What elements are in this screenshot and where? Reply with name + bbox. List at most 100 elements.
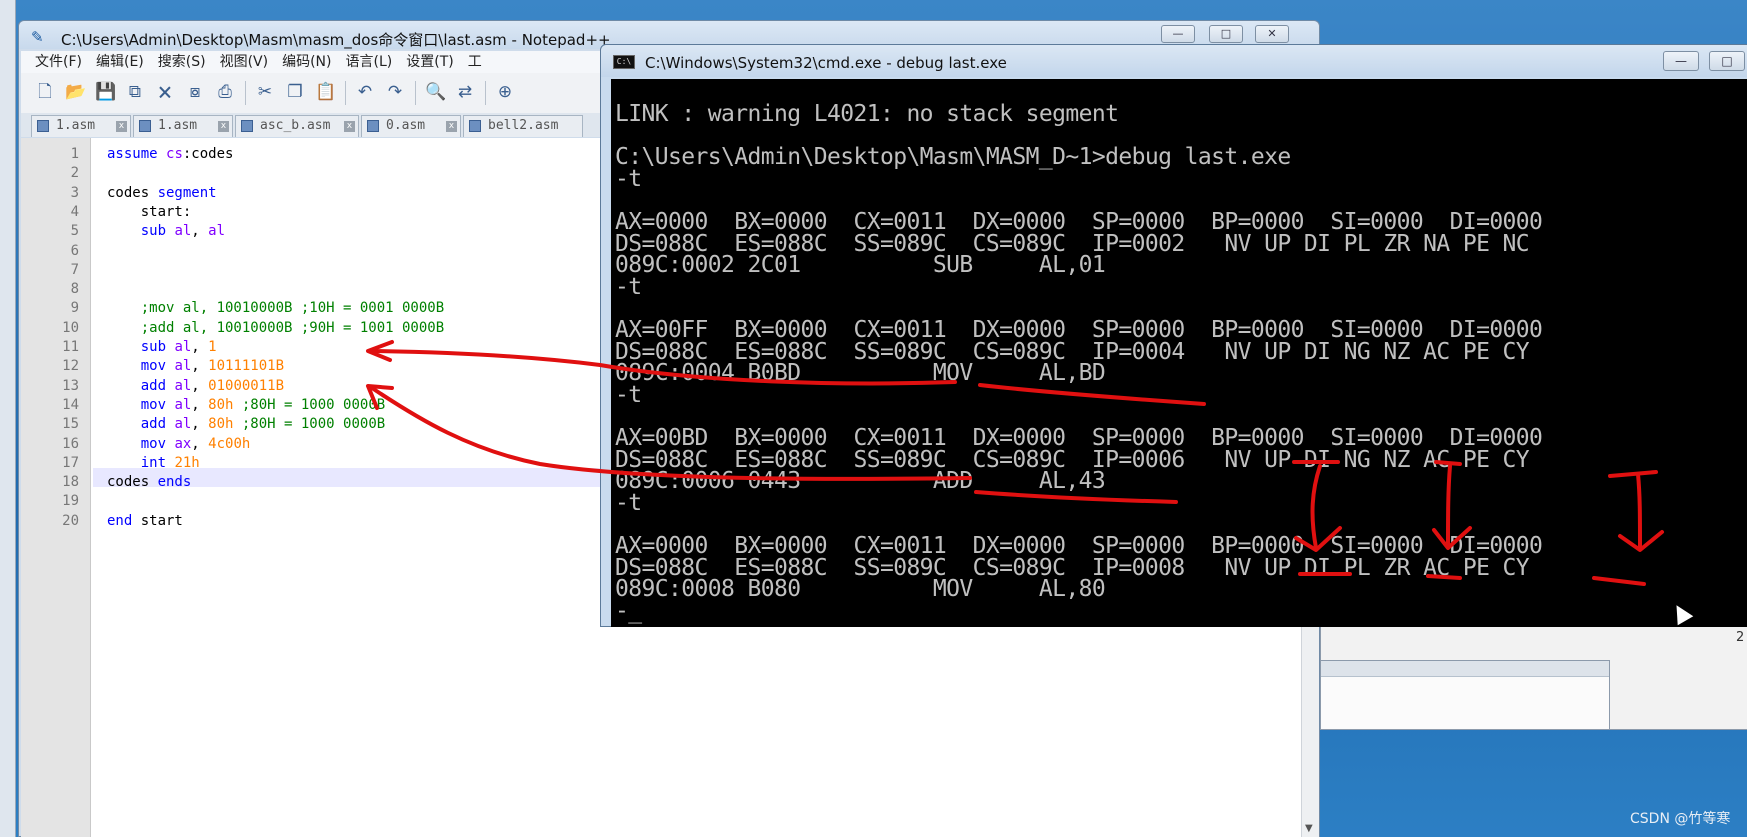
undo-icon[interactable]: ↶ xyxy=(355,82,375,102)
code-token: :codes xyxy=(182,146,234,162)
code-token: start xyxy=(140,512,183,529)
code-token: al xyxy=(174,396,192,413)
line-number: 12 xyxy=(62,358,79,375)
code-token: mov xyxy=(107,396,175,413)
code-line[interactable]: add al, 80h ;80H = 1000 0000B xyxy=(107,416,385,432)
code-line[interactable]: ;mov al, 10010000B ;10H = 0001 0000B xyxy=(107,300,444,316)
tab-1-asm-2[interactable]: 1.asm x xyxy=(133,115,233,137)
code-token: 01000011B xyxy=(208,377,285,394)
code-line[interactable]: mov ax, 4c00h xyxy=(107,435,251,452)
line-number: 5 xyxy=(70,223,79,240)
tab-close-icon[interactable]: x xyxy=(218,121,229,132)
code-token: ;80H = 1000 0000B xyxy=(233,396,386,413)
copy-icon[interactable]: ❐ xyxy=(285,82,305,102)
code-token: mov xyxy=(107,435,175,452)
cut-icon[interactable]: ✂ xyxy=(255,82,275,102)
maximize-button[interactable]: □ xyxy=(1209,25,1243,43)
code-token: 21h xyxy=(174,454,200,471)
background-window-panel xyxy=(1320,660,1610,730)
background-window-edge xyxy=(0,0,16,837)
code-token: 10111101B xyxy=(208,358,285,375)
console-line: 089C:0004 B0BD MOV AL,BD xyxy=(615,360,1106,387)
close-file-icon[interactable]: 🗙 xyxy=(155,82,175,102)
code-token: al xyxy=(208,223,226,240)
code-token: , xyxy=(191,339,209,355)
line-number: 20 xyxy=(62,512,79,529)
notepad-app-icon: ✎ xyxy=(31,28,44,46)
tab-bell2-asm[interactable]: bell2.asm xyxy=(463,115,583,137)
console-output[interactable]: LINK : warning L4021: no stack segment C:… xyxy=(611,79,1747,627)
cmd-minimize-button[interactable]: — xyxy=(1663,51,1699,71)
code-line[interactable]: end start xyxy=(107,513,183,529)
code-line[interactable]: add al, 01000011B xyxy=(107,378,284,394)
menu-item[interactable]: 视图(V) xyxy=(220,51,269,73)
code-line[interactable]: mov al, 80h ;80H = 1000 0000B xyxy=(107,397,385,413)
line-number: 17 xyxy=(62,454,79,471)
tab-close-icon[interactable]: x xyxy=(116,121,127,132)
line-number: 7 xyxy=(70,261,79,278)
code-token: 80h xyxy=(208,416,234,433)
paste-icon[interactable]: 📋 xyxy=(315,82,336,102)
tab-1-asm[interactable]: 1.asm x xyxy=(31,115,131,137)
line-number: 3 xyxy=(70,184,79,201)
close-all-icon[interactable]: ⧇ xyxy=(185,82,205,102)
code-token: add xyxy=(107,416,175,433)
code-token: , xyxy=(191,396,209,413)
console-line: -t xyxy=(615,273,642,300)
code-line[interactable]: int 21h xyxy=(107,455,200,471)
console-line: -t xyxy=(615,165,642,192)
line-number: 9 xyxy=(70,300,79,317)
minimize-button[interactable]: — xyxy=(1161,25,1195,43)
code-line[interactable]: sub al, al xyxy=(107,223,225,239)
cmd-window: C:\ C:\Windows\System32\cmd.exe - debug … xyxy=(600,44,1747,627)
cmd-title-bar[interactable]: C:\ C:\Windows\System32\cmd.exe - debug … xyxy=(601,45,1747,77)
close-button[interactable]: ✕ xyxy=(1255,25,1289,43)
code-line[interactable]: mov al, 10111101B xyxy=(107,358,284,374)
code-line[interactable]: codes segment xyxy=(107,185,217,201)
code-token: al xyxy=(174,223,192,240)
menu-item[interactable]: 文件(F) xyxy=(35,51,82,73)
line-number: 1 xyxy=(70,146,79,162)
code-line[interactable]: sub al, 1 xyxy=(107,339,217,355)
line-number: 18 xyxy=(62,474,79,491)
line-number: 14 xyxy=(62,396,79,413)
menu-item[interactable]: 搜索(S) xyxy=(158,51,206,73)
find-icon[interactable]: 🔍 xyxy=(425,82,446,102)
print-icon[interactable]: ⎙ xyxy=(215,82,235,102)
code-token: ;add al, 10010000B ;90H = 1001 0000B xyxy=(107,319,445,336)
code-token: 4c00h xyxy=(208,435,251,452)
menu-item[interactable]: 编辑(E) xyxy=(96,51,144,73)
file-icon xyxy=(139,120,151,132)
zoom-in-icon[interactable]: ⊕ xyxy=(495,82,515,102)
new-file-icon[interactable]: 🗋 xyxy=(35,82,55,102)
menu-item[interactable]: 设置(T) xyxy=(406,51,453,73)
tab-close-icon[interactable]: x xyxy=(446,121,457,132)
console-line: -_ xyxy=(615,597,642,624)
code-token: al xyxy=(174,358,192,375)
code-token: codes xyxy=(107,184,158,201)
tab-0-asm[interactable]: 0.asm x xyxy=(361,115,461,137)
menu-item[interactable]: 工 xyxy=(468,51,482,73)
file-icon xyxy=(241,120,253,132)
code-token: ends xyxy=(157,474,192,491)
replace-icon[interactable]: ⇄ xyxy=(455,82,475,102)
code-line[interactable]: ;add al, 10010000B ;90H = 1001 0000B xyxy=(107,320,444,336)
file-icon xyxy=(367,120,379,132)
menu-item[interactable]: 语言(L) xyxy=(346,51,393,73)
code-line[interactable]: codes ends xyxy=(107,474,191,490)
save-icon[interactable]: 💾 xyxy=(95,82,116,102)
scroll-down-icon[interactable]: ▼ xyxy=(1305,823,1313,834)
open-file-icon[interactable]: 📂 xyxy=(65,82,86,102)
code-token: , xyxy=(191,416,209,433)
tab-close-icon[interactable]: x xyxy=(344,121,355,132)
code-line[interactable]: assume cs:codes xyxy=(107,146,233,162)
menu-item[interactable]: 编码(N) xyxy=(282,51,331,73)
notepad-title: C:\Users\Admin\Desktop\Masm\masm_dos命令窗口… xyxy=(61,31,611,49)
cmd-title: C:\Windows\System32\cmd.exe - debug last… xyxy=(645,54,1007,72)
code-line[interactable]: start: xyxy=(107,204,192,220)
redo-icon[interactable]: ↷ xyxy=(385,82,405,102)
tab-asc-b-asm[interactable]: asc_b.asm x xyxy=(235,115,359,137)
save-all-icon[interactable]: ⧉ xyxy=(125,82,145,102)
code-token: , xyxy=(191,223,209,240)
cmd-maximize-button[interactable]: □ xyxy=(1709,51,1745,71)
